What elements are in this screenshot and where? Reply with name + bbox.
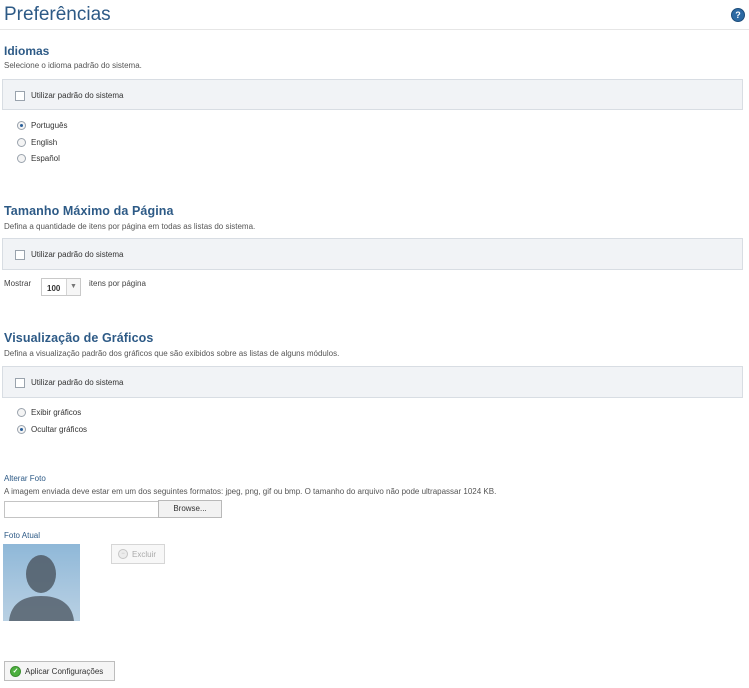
help-icon[interactable]: ? xyxy=(731,8,745,22)
delete-photo-button[interactable]: − Excluir xyxy=(111,544,165,564)
page-size-default-bar: Utilizar padrão do sistema xyxy=(2,238,743,270)
change-photo-title: Alterar Foto xyxy=(4,474,46,483)
languages-default-bar: Utilizar padrão do sistema xyxy=(2,79,743,110)
page-size-select[interactable]: 100 ▼ xyxy=(41,278,81,296)
charts-default-label: Utilizar padrão do sistema xyxy=(31,378,124,387)
chevron-down-icon[interactable]: ▼ xyxy=(66,279,80,295)
radio-espanol-label[interactable]: Español xyxy=(31,154,60,163)
radio-english-label[interactable]: English xyxy=(31,138,57,147)
avatar-placeholder-icon xyxy=(9,555,74,621)
languages-default-checkbox[interactable] xyxy=(15,91,25,101)
page-size-value: 100 xyxy=(47,284,61,293)
page-title: Preferências xyxy=(4,4,111,25)
languages-description: Selecione o idioma padrão do sistema. xyxy=(4,61,142,70)
page-size-default-checkbox[interactable] xyxy=(15,250,25,260)
page-size-title: Tamanho Máximo da Página xyxy=(4,204,174,218)
charts-default-bar: Utilizar padrão do sistema xyxy=(2,366,743,398)
delete-icon: − xyxy=(118,549,128,559)
languages-default-label: Utilizar padrão do sistema xyxy=(31,91,124,100)
items-per-page-label: itens por página xyxy=(89,279,146,288)
photo-file-input[interactable] xyxy=(4,501,159,518)
radio-show-charts-label[interactable]: Exibir gráficos xyxy=(31,408,81,417)
radio-english[interactable] xyxy=(17,138,26,147)
change-photo-description: A imagem enviada deve estar em um dos se… xyxy=(4,487,497,496)
radio-hide-charts-label[interactable]: Ocultar gráficos xyxy=(31,425,87,434)
radio-hide-charts[interactable] xyxy=(17,425,26,434)
check-icon: ✓ xyxy=(10,666,21,677)
show-label: Mostrar xyxy=(4,279,32,288)
radio-portugues-label[interactable]: Português xyxy=(31,121,67,130)
current-photo-label: Foto Atual xyxy=(4,531,41,540)
browse-button[interactable]: Browse... xyxy=(158,500,222,518)
delete-photo-label: Excluir xyxy=(132,550,157,559)
radio-portugues[interactable] xyxy=(17,121,26,130)
charts-description: Defina a visualização padrão dos gráfico… xyxy=(4,349,340,358)
avatar xyxy=(3,544,80,621)
radio-espanol[interactable] xyxy=(17,154,26,163)
apply-settings-label: Aplicar Configurações xyxy=(25,667,104,676)
radio-show-charts[interactable] xyxy=(17,408,26,417)
languages-title: Idiomas xyxy=(4,44,50,58)
charts-title: Visualização de Gráficos xyxy=(4,331,154,345)
charts-default-checkbox[interactable] xyxy=(15,378,25,388)
page-size-default-label: Utilizar padrão do sistema xyxy=(31,250,124,259)
apply-settings-button[interactable]: ✓ Aplicar Configurações xyxy=(4,661,115,681)
title-divider xyxy=(0,29,749,30)
page-size-description: Defina a quantidade de itens por página … xyxy=(4,222,256,231)
